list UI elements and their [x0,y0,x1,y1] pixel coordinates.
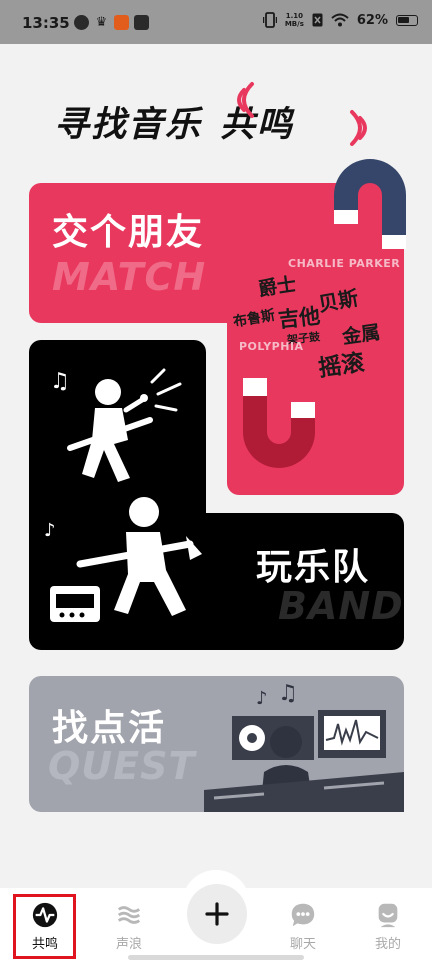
studio-engineer-icon: ♪ ♫ [204,681,404,812]
chat-icon [291,903,315,927]
create-button[interactable] [187,884,247,944]
headline: 寻找音乐 共鸣 [54,96,294,147]
sound-wave-left-icon [237,82,254,118]
wifi-icon [331,13,349,27]
genre-tag: POLYPHIA [239,340,304,353]
magnet-bottom-icon [243,378,315,468]
taobao-icon [114,15,129,30]
tab-wave[interactable]: 声浪 [99,895,159,952]
tab-label: 聊天 [289,937,316,952]
wave-icon [117,906,141,924]
profile-icon [378,903,398,928]
genre-tag: 爵士 [256,273,298,301]
svg-text:♪: ♪ [44,520,56,541]
vibrate-icon [262,12,277,28]
no-sim-icon [312,13,323,27]
genre-tag: CHARLIE PARKER [288,257,401,270]
headline-part1: 寻找音乐 [54,105,203,145]
battery-icon [396,14,418,26]
band-subtitle: BAND [278,584,404,628]
status-time: 13:35 [22,14,70,32]
net-speed: 1.10 MB/s [284,12,304,28]
magnet-top-icon [334,159,406,249]
guitarist-amp-icon: ♪ [44,497,202,622]
active-tab-outline [13,894,76,959]
svg-text:♫: ♫ [50,369,70,394]
svg-text:♪: ♪ [256,688,268,709]
singer-guitarist-icon: ♫ [50,368,182,482]
band-title: 玩乐队 [256,547,371,588]
battery-percent: 62% [356,12,388,28]
tab-chat[interactable]: 聊天 [273,895,333,952]
tab-label: 声浪 [115,937,142,952]
status-notification-icons: ♛ [74,15,149,30]
svg-text:♫: ♫ [278,681,298,706]
app-notification-icon [74,15,89,30]
tab-label: 我的 [374,937,401,952]
status-system-icons: 1.10 MB/s 62% [262,12,418,28]
tab-profile[interactable]: 我的 [358,895,418,952]
sound-wave-right-icon [350,110,367,146]
quest-subtitle: QUEST [48,744,196,788]
crown-icon: ♛ [95,15,108,30]
status-bar: 13:35 ♛ 1.10 MB/s 62% [0,0,432,44]
genre-tag: 摇滚 [316,349,367,383]
match-subtitle: MATCH [52,255,207,299]
plus-icon [205,902,229,926]
calendar-icon [134,15,149,30]
match-title: 交个朋友 [52,212,205,253]
home-indicator[interactable] [128,955,304,960]
